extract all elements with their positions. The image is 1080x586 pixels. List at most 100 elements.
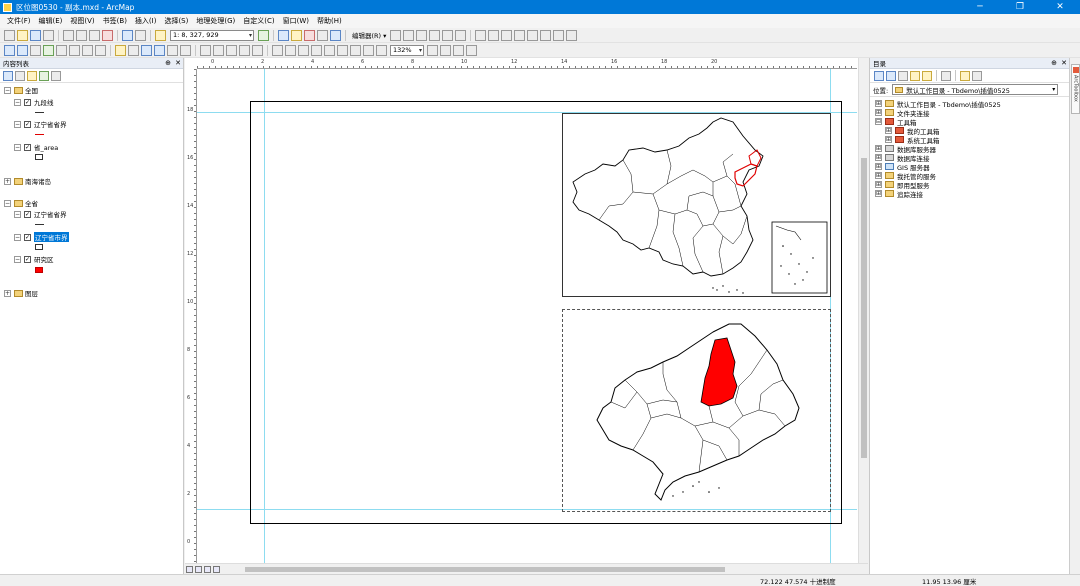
toc-pin-icon[interactable]: ⊕ xyxy=(163,59,173,67)
cut-icon[interactable] xyxy=(63,29,74,41)
fixed-layout-zoom-out-icon[interactable] xyxy=(350,44,361,56)
go-back-extent-icon[interactable] xyxy=(363,44,374,56)
data-frame-layers[interactable]: + 图层 xyxy=(4,288,38,298)
menu-bookmarks[interactable]: 书签(B) xyxy=(99,16,131,26)
fill-symbol-icon[interactable] xyxy=(35,244,43,250)
minimize-button[interactable]: ─ xyxy=(960,0,1000,14)
data-frame-liaoning-map[interactable] xyxy=(562,309,831,512)
vertical-ruler[interactable]: 18 16 14 12 10 8 6 4 2 0 xyxy=(185,69,197,563)
select-elements-icon[interactable] xyxy=(141,44,152,56)
list-by-source-icon[interactable] xyxy=(15,70,25,81)
menu-windows[interactable]: 窗口(W) xyxy=(279,16,313,26)
select-features-icon[interactable] xyxy=(115,44,126,56)
expand-icon[interactable]: ⊞ xyxy=(885,136,892,143)
catalog-item[interactable]: ⊞ 默认工作目录 - Tbdemo\插值0525 xyxy=(875,99,1001,109)
reshape-feature-icon[interactable] xyxy=(488,29,500,41)
time-slider-icon[interactable] xyxy=(239,44,250,56)
layout-zoom-in-icon[interactable] xyxy=(272,44,283,56)
list-by-selection-icon[interactable] xyxy=(39,70,49,81)
line-symbol-icon[interactable] xyxy=(35,224,44,225)
create-viewer-window-icon[interactable] xyxy=(252,44,263,56)
location-combo[interactable]: 默认工作目录 - Tbdemo\插值0525 ▾ xyxy=(892,84,1059,95)
collapse-icon[interactable]: − xyxy=(14,233,21,241)
model-builder-icon[interactable] xyxy=(330,29,341,41)
trace-icon[interactable] xyxy=(442,29,454,41)
back-extent-icon[interactable] xyxy=(82,44,93,56)
layer-province-boundary[interactable]: − ✓ 辽宁省省界 xyxy=(14,119,67,129)
pan-icon[interactable] xyxy=(30,44,41,56)
zoom-whole-page-icon[interactable] xyxy=(311,44,322,56)
pause-drawing-icon[interactable] xyxy=(213,565,220,573)
layer-province-boundary-2[interactable]: − ✓ 辽宁省省界 xyxy=(14,209,67,219)
fixed-zoom-out-icon[interactable] xyxy=(69,44,80,56)
collapse-icon[interactable]: − xyxy=(14,210,21,218)
new-document-icon[interactable] xyxy=(4,29,15,41)
data-frame-china-map[interactable] xyxy=(562,113,831,297)
expand-icon[interactable]: ⊞ xyxy=(875,181,882,188)
menu-view[interactable]: 视图(V) xyxy=(66,16,98,26)
toggle-draft-mode-icon[interactable] xyxy=(427,44,438,56)
layer-visibility-checkbox[interactable]: ✓ xyxy=(24,255,31,263)
find-route-icon[interactable] xyxy=(213,44,224,56)
fill-symbol-red-icon[interactable] xyxy=(35,267,43,273)
fixed-zoom-in-icon[interactable] xyxy=(56,44,67,56)
find-icon[interactable] xyxy=(200,44,211,56)
redo-icon[interactable] xyxy=(135,29,146,41)
collapse-icon[interactable]: − xyxy=(14,98,21,106)
horizontal-ruler[interactable]: 0 2 4 6 8 10 12 14 16 18 20 xyxy=(197,58,857,69)
identify-icon[interactable] xyxy=(154,44,165,56)
sketch-properties-icon[interactable] xyxy=(553,29,565,41)
layer-nine-dash-line[interactable]: − ✓ 九段线 xyxy=(14,97,54,107)
attributes-icon[interactable] xyxy=(540,29,552,41)
menu-edit[interactable]: 编辑(E) xyxy=(35,16,67,26)
catalog-close-icon[interactable]: ✕ xyxy=(1059,59,1069,67)
horizontal-scrollbar[interactable] xyxy=(185,563,868,574)
catalog-window-icon[interactable] xyxy=(291,29,302,41)
views-icon[interactable] xyxy=(941,70,951,81)
toc-close-icon[interactable]: ✕ xyxy=(173,59,183,67)
layout-view-button-icon[interactable] xyxy=(195,565,202,573)
expand-icon[interactable]: ⊞ xyxy=(875,145,882,152)
catalog-item[interactable]: ⊞ 追踪连接 xyxy=(875,189,923,199)
save-icon[interactable] xyxy=(30,29,41,41)
expand-icon[interactable]: ⊞ xyxy=(875,172,882,179)
expand-icon[interactable]: ⊞ xyxy=(875,154,882,161)
change-layout-icon[interactable] xyxy=(453,44,464,56)
copy-icon[interactable] xyxy=(76,29,87,41)
collapse-icon[interactable]: − xyxy=(4,199,11,207)
editor-menu-button[interactable]: 编辑器(R) ▾ xyxy=(349,30,389,40)
collapse-icon[interactable]: − xyxy=(14,120,21,128)
connect-folder-icon[interactable] xyxy=(922,70,932,81)
layout-zoom-out-icon[interactable] xyxy=(285,44,296,56)
scroll-thumb[interactable] xyxy=(861,158,867,458)
layer-city-boundary[interactable]: − ✓ 辽宁省市界 xyxy=(14,232,69,242)
refresh-view-icon[interactable] xyxy=(204,565,211,573)
go-forward-extent-icon[interactable] xyxy=(376,44,387,56)
close-button[interactable]: ✕ xyxy=(1040,0,1080,14)
forward-arrow-icon[interactable] xyxy=(886,70,896,81)
home-folder-icon[interactable] xyxy=(910,70,920,81)
layer-visibility-checkbox[interactable]: ✓ xyxy=(24,233,31,241)
expand-icon[interactable]: + xyxy=(4,289,11,297)
cut-polygons-icon[interactable] xyxy=(501,29,513,41)
delete-icon[interactable] xyxy=(102,29,113,41)
edit-tool-icon[interactable] xyxy=(390,29,402,41)
table-of-contents-icon[interactable] xyxy=(278,29,289,41)
clear-selection-icon[interactable] xyxy=(128,44,139,56)
add-data-icon[interactable] xyxy=(155,29,166,41)
split-tool-icon[interactable] xyxy=(514,29,526,41)
editor-toolbar-icon[interactable] xyxy=(258,29,269,41)
straight-segment-icon[interactable] xyxy=(416,29,428,41)
vertical-scrollbar[interactable] xyxy=(858,58,868,563)
data-driven-pages-icon[interactable] xyxy=(466,44,477,56)
toggle-contents-icon[interactable] xyxy=(960,70,970,81)
collapse-icon[interactable]: − xyxy=(14,143,21,151)
scroll-thumb[interactable] xyxy=(245,567,725,572)
line-symbol-icon[interactable] xyxy=(35,112,44,113)
menu-file[interactable]: 文件(F) xyxy=(3,16,35,26)
expand-icon[interactable]: ⊞ xyxy=(875,163,882,170)
back-arrow-icon[interactable] xyxy=(874,70,884,81)
point-icon[interactable] xyxy=(455,29,467,41)
layer-visibility-checkbox[interactable]: ✓ xyxy=(24,98,31,106)
collapse-icon[interactable]: ⊟ xyxy=(875,118,882,125)
